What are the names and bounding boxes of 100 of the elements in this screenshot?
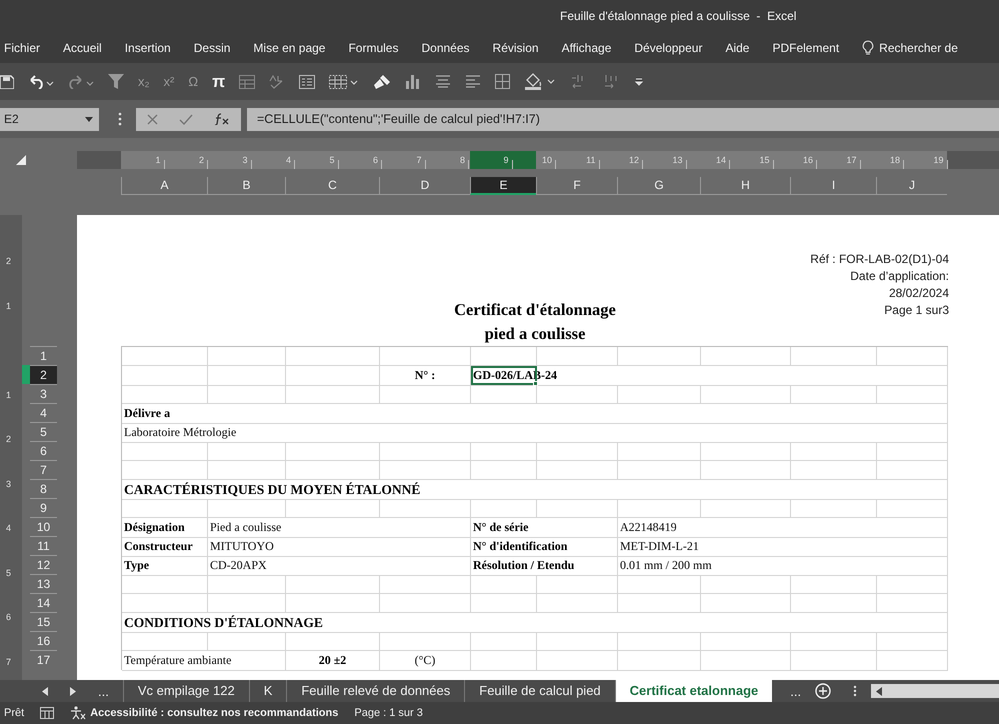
sheet-tab[interactable]: Certificat etalonnage bbox=[614, 680, 772, 702]
empty-cell[interactable] bbox=[701, 442, 791, 461]
empty-cell[interactable] bbox=[537, 442, 618, 461]
empty-cell[interactable] bbox=[286, 575, 380, 594]
empty-cell[interactable] bbox=[471, 347, 537, 366]
table-cell[interactable]: Constructeur bbox=[122, 537, 208, 557]
lightbulb-icon[interactable] bbox=[862, 40, 874, 56]
table-cell[interactable]: Type bbox=[122, 556, 208, 576]
menu-item[interactable]: Insertion bbox=[124, 40, 171, 54]
empty-cell[interactable] bbox=[537, 461, 618, 480]
empty-cell[interactable] bbox=[471, 499, 537, 518]
empty-cell[interactable] bbox=[122, 461, 208, 480]
align-left-icon[interactable] bbox=[465, 75, 482, 88]
empty-cell[interactable] bbox=[537, 651, 618, 671]
menu-item[interactable]: Données bbox=[421, 40, 470, 54]
empty-cell[interactable] bbox=[208, 632, 286, 651]
row-header[interactable]: 13 bbox=[30, 574, 57, 593]
add-sheet-icon[interactable] bbox=[815, 683, 832, 699]
menu-item[interactable]: Révision bbox=[492, 40, 539, 54]
table-cell[interactable]: CD-20APX bbox=[208, 556, 471, 576]
empty-cell[interactable] bbox=[877, 575, 948, 594]
filter-icon[interactable] bbox=[108, 74, 124, 89]
empty-cell[interactable] bbox=[877, 594, 948, 613]
empty-cell[interactable] bbox=[537, 575, 618, 594]
empty-cell[interactable] bbox=[701, 461, 791, 480]
empty-cell[interactable] bbox=[618, 651, 701, 671]
empty-cell[interactable] bbox=[791, 442, 877, 461]
empty-cell[interactable] bbox=[286, 442, 380, 461]
empty-cell[interactable] bbox=[618, 575, 701, 594]
column-header[interactable]: A bbox=[121, 177, 207, 195]
empty-cell[interactable] bbox=[122, 366, 208, 386]
table-icon[interactable] bbox=[239, 74, 256, 88]
empty-cell[interactable] bbox=[791, 632, 877, 651]
empty-cell[interactable] bbox=[618, 594, 701, 613]
empty-cell[interactable] bbox=[122, 499, 208, 518]
empty-cell[interactable] bbox=[380, 499, 471, 518]
empty-cell[interactable] bbox=[701, 347, 791, 366]
row-header[interactable]: 14 bbox=[30, 593, 57, 612]
empty-cell[interactable] bbox=[380, 461, 471, 480]
column-header[interactable]: I bbox=[790, 177, 876, 195]
menu-item[interactable]: Développeur bbox=[634, 40, 702, 54]
empty-cell[interactable] bbox=[877, 651, 948, 671]
row-header[interactable]: 6 bbox=[30, 441, 57, 460]
empty-cell[interactable] bbox=[877, 347, 948, 366]
empty-cell[interactable] bbox=[618, 632, 701, 651]
row-header[interactable]: 3 bbox=[30, 384, 57, 403]
empty-cell[interactable] bbox=[791, 499, 877, 518]
accessibility-icon[interactable] bbox=[70, 706, 86, 720]
menu-item[interactable]: Mise en page bbox=[253, 40, 326, 54]
menu-item[interactable]: Dessin bbox=[194, 40, 230, 54]
empty-cell[interactable] bbox=[286, 594, 380, 613]
table-cell[interactable]: Résolution / Etendu bbox=[471, 556, 618, 576]
empty-cell[interactable] bbox=[208, 575, 286, 594]
menu-item[interactable]: PDFelement bbox=[772, 40, 840, 54]
menu-item[interactable]: Formules bbox=[348, 40, 398, 54]
empty-cell[interactable] bbox=[471, 575, 537, 594]
empty-cell[interactable] bbox=[877, 632, 948, 651]
column-header[interactable]: E bbox=[470, 177, 536, 195]
table-cell[interactable]: Laboratoire Métrologie bbox=[122, 423, 948, 443]
fill-color-icon[interactable] bbox=[524, 73, 556, 90]
menu-item[interactable]: Accueil bbox=[63, 40, 102, 54]
select-all-icon[interactable] bbox=[16, 155, 26, 165]
empty-cell[interactable] bbox=[380, 442, 471, 461]
column-header[interactable]: G bbox=[617, 177, 700, 195]
menu-item[interactable]: Rechercher de bbox=[879, 40, 958, 54]
empty-cell[interactable] bbox=[286, 499, 380, 518]
empty-cell[interactable] bbox=[286, 461, 380, 480]
empty-cell[interactable] bbox=[208, 347, 286, 366]
empty-cell[interactable] bbox=[208, 499, 286, 518]
empty-cell[interactable] bbox=[791, 594, 877, 613]
column-header[interactable]: J bbox=[876, 177, 947, 195]
table-cell[interactable]: Température ambiante bbox=[122, 651, 286, 671]
close-icon[interactable] bbox=[146, 114, 158, 124]
formula-field[interactable]: =CELLULE("contenu";'Feuille de calcul pied'!H7:I7) bbox=[247, 108, 999, 130]
empty-cell[interactable] bbox=[618, 461, 701, 480]
empty-cell[interactable] bbox=[791, 385, 877, 404]
empty-cell[interactable] bbox=[877, 442, 948, 461]
empty-cell[interactable] bbox=[877, 385, 948, 404]
empty-cell[interactable] bbox=[286, 366, 380, 386]
empty-cell[interactable] bbox=[122, 442, 208, 461]
empty-cell[interactable] bbox=[122, 575, 208, 594]
row-header[interactable]: 16 bbox=[30, 631, 57, 650]
row-header[interactable]: 9 bbox=[30, 498, 57, 517]
table-cell[interactable]: MET-DIM-L-21 bbox=[618, 537, 948, 557]
save-icon[interactable] bbox=[0, 74, 14, 88]
empty-cell[interactable] bbox=[618, 499, 701, 518]
bar-chart-icon[interactable] bbox=[405, 74, 422, 89]
empty-cell[interactable] bbox=[380, 347, 471, 366]
empty-cell[interactable] bbox=[618, 347, 701, 366]
empty-cell[interactable] bbox=[791, 347, 877, 366]
empty-cell[interactable] bbox=[618, 442, 701, 461]
menu-item[interactable]: Aide bbox=[725, 40, 750, 54]
column-header[interactable]: C bbox=[285, 177, 379, 195]
scroll-left-icon[interactable] bbox=[876, 686, 882, 696]
empty-cell[interactable] bbox=[877, 499, 948, 518]
empty-cell[interactable] bbox=[618, 385, 701, 404]
empty-cell[interactable] bbox=[471, 385, 537, 404]
empty-cell[interactable] bbox=[122, 385, 208, 404]
empty-cell[interactable] bbox=[791, 461, 877, 480]
name-box[interactable]: E2 bbox=[0, 108, 99, 130]
